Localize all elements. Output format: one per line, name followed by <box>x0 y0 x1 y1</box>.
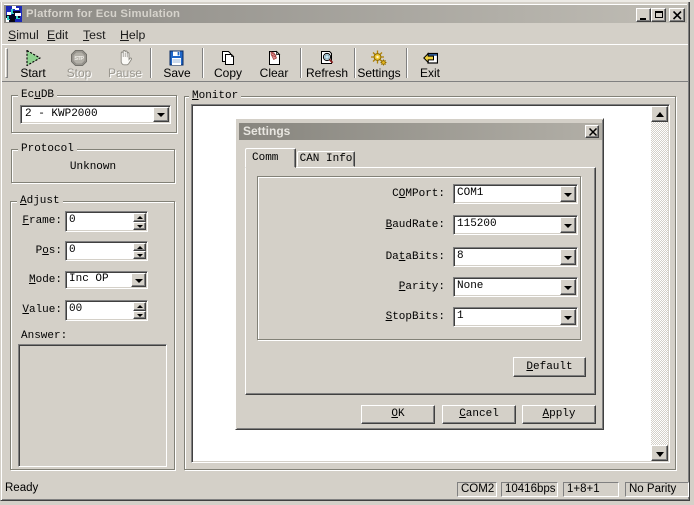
svg-text:STP: STP <box>74 56 84 62</box>
